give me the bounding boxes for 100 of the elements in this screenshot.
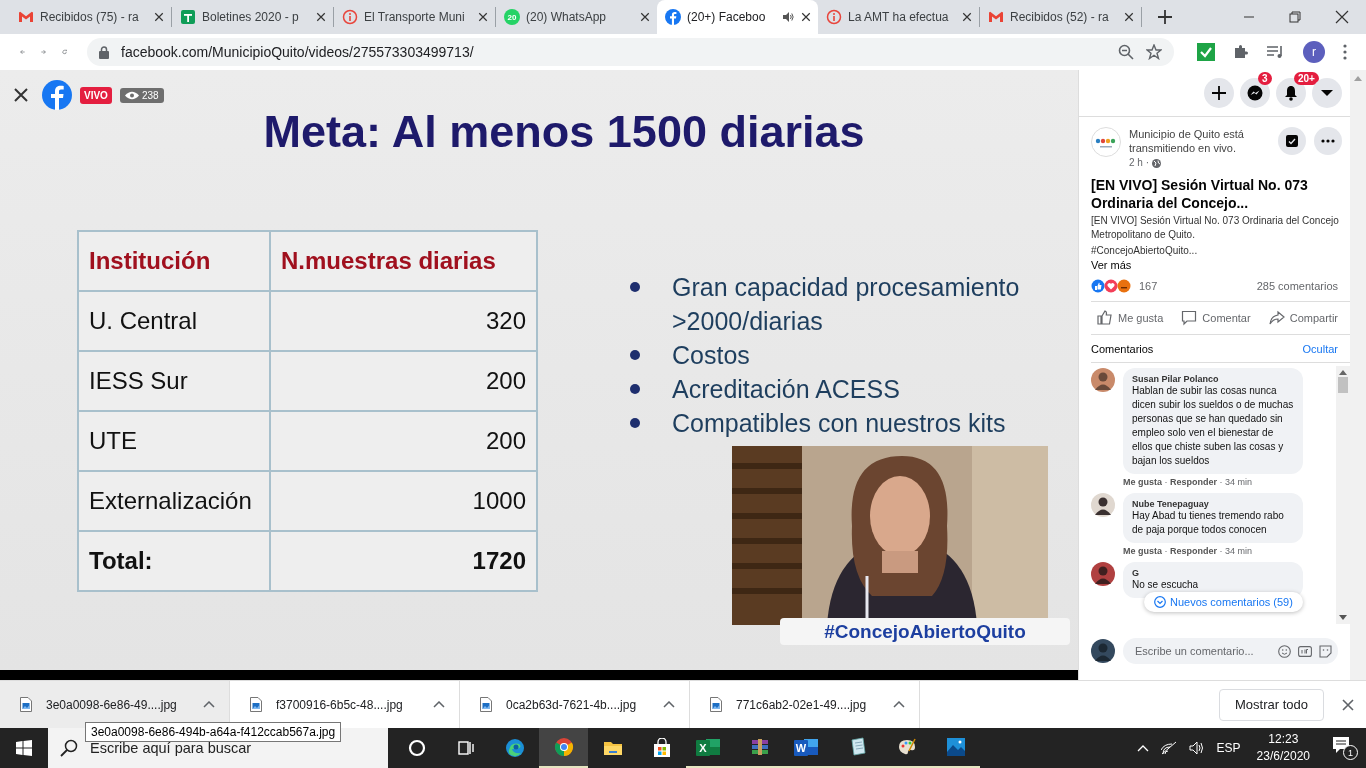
more-icon[interactable] (1343, 44, 1347, 60)
post-description: [EN VIVO] Sesión Virtual No. 073 Ordinaria del Concejo Metropolitano de Quito. (1091, 214, 1340, 242)
emoji-icon[interactable] (1278, 644, 1291, 658)
bullet-icon (630, 384, 640, 394)
store-bag-icon (651, 738, 672, 758)
spreadsheet-icon (180, 9, 196, 25)
close-icon[interactable] (1335, 10, 1349, 24)
download-item[interactable]: 3e0a0098-6e86-49....jpg (0, 681, 230, 728)
browser-tab[interactable]: La AMT ha efectua (818, 0, 979, 34)
close-icon[interactable] (639, 11, 651, 23)
avatar (1091, 493, 1115, 517)
see-more-link[interactable]: Ver más (1091, 259, 1132, 271)
comment-author[interactable]: G (1132, 568, 1294, 578)
browser-tab[interactable]: 20 (20) WhatsApp (496, 0, 657, 34)
clock[interactable]: 12:23 23/6/2020 (1256, 731, 1310, 765)
chat-badge-icon: 20 (504, 9, 520, 25)
globe-icon (1152, 158, 1161, 168)
table-cell: Externalización (78, 471, 270, 531)
chrome-icon (553, 737, 574, 757)
scroll-down-icon[interactable] (1339, 615, 1347, 620)
wifi-icon[interactable] (1160, 741, 1177, 755)
show-all-button[interactable]: Mostrar todo (1219, 688, 1324, 721)
comment-button[interactable]: Comentar (1181, 310, 1251, 326)
like-button[interactable]: Me gusta (1097, 310, 1164, 326)
caret-icon (1321, 90, 1333, 96)
close-icon[interactable] (1123, 11, 1135, 23)
mail-icon (988, 9, 1004, 25)
scroll-up-icon[interactable] (1339, 370, 1347, 375)
table-cell: Total: (78, 531, 270, 591)
restore-icon[interactable] (1289, 11, 1301, 23)
media-list-icon[interactable] (1267, 45, 1285, 59)
comment-author[interactable]: Susan Pilar Polanco (1132, 374, 1294, 384)
new-comments-button[interactable]: Nuevos comentarios (59) (1144, 592, 1303, 612)
close-icon[interactable] (477, 11, 489, 23)
close-icon[interactable] (961, 11, 973, 23)
archive-books-icon (749, 737, 770, 757)
comment-actions: Me gusta · Responder · 34 min (1123, 546, 1254, 556)
taskbar-app[interactable]: X (686, 728, 735, 768)
chevron-down-icon (1154, 596, 1166, 608)
chevron-up-icon[interactable] (1136, 744, 1149, 752)
close-icon[interactable] (315, 11, 327, 23)
close-icon[interactable] (153, 11, 165, 23)
gif-icon[interactable] (1298, 645, 1312, 657)
create-button[interactable] (1204, 78, 1234, 108)
caret-up-icon[interactable] (203, 701, 215, 708)
browser-tab[interactable]: Recibidos (75) - ra (10, 0, 171, 34)
caret-up-icon[interactable] (663, 701, 675, 708)
scrollbar-thumb[interactable] (1338, 377, 1348, 393)
hashtag-banner: #ConcejoAbiertoQuito (780, 618, 1070, 645)
table-cell: 200 (270, 411, 537, 471)
caret-up-icon[interactable] (893, 701, 905, 708)
close-icon[interactable] (800, 11, 812, 23)
table-cell: 320 (270, 291, 537, 351)
hide-link[interactable]: Ocultar (1302, 343, 1338, 355)
palette-icon (896, 737, 917, 757)
column-header: N.muestras diarias (270, 231, 537, 291)
image-file-icon (480, 697, 492, 712)
save-button[interactable] (1278, 127, 1306, 155)
comment-count[interactable]: 285 comentarios (1256, 280, 1338, 292)
close-icon[interactable] (1342, 698, 1354, 711)
close-icon[interactable] (14, 88, 28, 102)
share-button[interactable]: Compartir (1268, 310, 1338, 326)
taskbar-app[interactable]: W (784, 728, 833, 768)
app-letter: X (696, 740, 710, 756)
table-cell: 200 (270, 351, 537, 411)
caret-up-icon[interactable] (433, 701, 445, 708)
column-header: Institución (78, 231, 270, 291)
taskbar-app[interactable] (539, 728, 588, 768)
language-indicator[interactable]: ESP (1216, 741, 1241, 755)
address-bar[interactable]: facebook.com/MunicipioQuito/videos/275573303499713/ (87, 38, 1174, 66)
comment-input[interactable]: Escribe un comentario... (1133, 644, 1271, 658)
checkmark-icon[interactable] (1197, 43, 1215, 61)
profile-avatar[interactable]: r (1303, 41, 1325, 63)
comment-author[interactable]: Nube Tenepaguay (1132, 499, 1294, 509)
table-cell: 1720 (270, 531, 537, 591)
app-letter: W (794, 740, 808, 756)
browser-tab[interactable]: El Transporte Muni (334, 0, 495, 34)
comment-text: No se escucha (1132, 578, 1200, 592)
browser-tab[interactable]: Recibidos (52) - ra (980, 0, 1141, 34)
sticker-icon[interactable] (1319, 644, 1332, 658)
share-arrow-icon (1268, 310, 1285, 326)
count-badge: 20+ (1294, 72, 1319, 85)
table-cell: 1000 (270, 471, 537, 531)
browser-tab[interactable]: (20+) Faceboo (657, 0, 818, 34)
facebook-icon[interactable] (42, 80, 72, 110)
windows-icon[interactable] (16, 740, 32, 756)
comment-field[interactable]: Escribe un comentario... (1123, 638, 1338, 664)
facebook-icon (665, 9, 681, 25)
more-button[interactable] (1314, 127, 1342, 155)
url-text: facebook.com/MunicipioQuito/videos/275573303499713/ (121, 44, 475, 60)
speaker-icon[interactable] (1188, 741, 1205, 755)
new-tab-icon[interactable] (1158, 10, 1172, 24)
comment-actions: Me gusta · Responder · 34 min (1123, 477, 1254, 487)
table-cell: U. Central (78, 291, 270, 351)
reactions-icon (1091, 279, 1131, 293)
browser-tab[interactable]: Boletines 2020 - p (172, 0, 333, 34)
puzzle-icon[interactable] (1233, 44, 1249, 60)
zoom-out-icon[interactable] (1118, 44, 1134, 60)
reaction-count: 167 (1139, 280, 1159, 292)
star-icon[interactable] (1146, 44, 1162, 60)
